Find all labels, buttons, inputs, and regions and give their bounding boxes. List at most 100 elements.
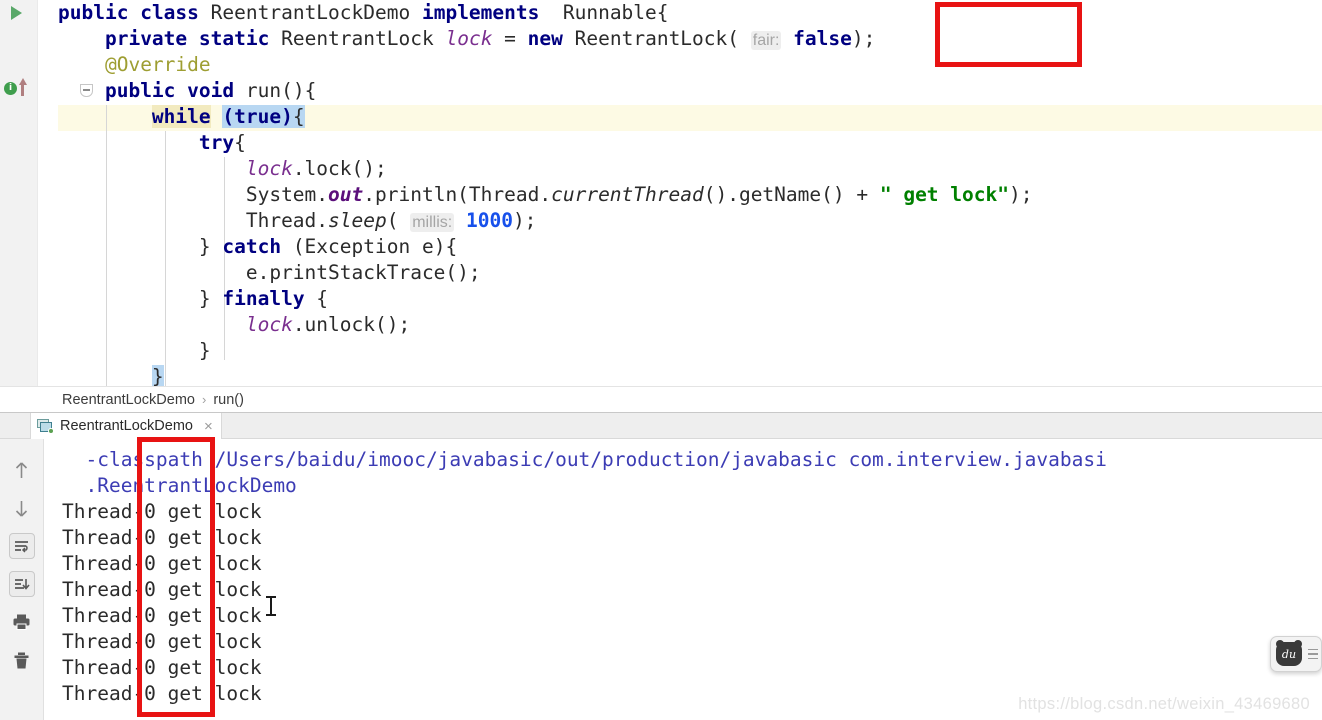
code-line[interactable]: e.printStackTrace(); xyxy=(58,260,1322,286)
code-token: new xyxy=(527,27,563,50)
scroll-to-end-icon[interactable] xyxy=(8,571,35,597)
code-token: static xyxy=(198,27,270,50)
code-token: millis: xyxy=(410,213,455,232)
clear-all-trash-icon[interactable] xyxy=(9,647,35,673)
code-token: lock xyxy=(245,157,293,180)
scroll-down-icon[interactable] xyxy=(9,495,35,521)
text-cursor xyxy=(266,596,276,616)
code-token: void xyxy=(187,79,235,102)
editor-gutter-secondary xyxy=(38,0,93,386)
code-token: try xyxy=(198,131,235,154)
code-editor[interactable]: i public class ReentrantLockDemo impleme… xyxy=(0,0,1322,386)
code-token: private xyxy=(104,27,188,50)
console-tab-label: ReentrantLockDemo xyxy=(60,418,193,434)
watermark-text: https://blog.csdn.net/weixin_43469680 xyxy=(1018,695,1310,713)
code-token: .unlock(); xyxy=(292,313,411,336)
code-token: ); xyxy=(1008,183,1033,206)
ime-floating-widget[interactable]: du xyxy=(1270,636,1322,672)
code-token: .lock(); xyxy=(292,157,387,180)
code-line[interactable]: try{ xyxy=(58,130,1322,156)
console-tab-reentrantlockdemo[interactable]: ReentrantLockDemo × xyxy=(30,413,222,439)
soft-wrap-icon[interactable] xyxy=(8,533,35,559)
code-token: ().getName() + xyxy=(703,183,880,206)
code-token: false xyxy=(793,27,852,50)
code-token: { xyxy=(234,131,246,154)
code-line[interactable]: } xyxy=(58,364,1322,386)
console-side-toolbar[interactable] xyxy=(0,439,44,720)
code-line[interactable]: Thread.sleep( millis: 1000); xyxy=(58,208,1322,234)
console-line: Thread-0 get lock xyxy=(62,630,262,653)
code-content[interactable]: public class ReentrantLockDemo implement… xyxy=(58,0,1322,386)
code-token: out xyxy=(328,183,364,206)
console-line: .ReentrantLockDemo xyxy=(62,474,297,497)
code-token: (true) xyxy=(222,105,293,128)
code-token: " get lock" xyxy=(879,183,1009,206)
code-token: ReentrantLock xyxy=(269,27,446,50)
code-token: } xyxy=(198,287,223,310)
code-line[interactable]: } xyxy=(58,338,1322,364)
code-token: (Exception e){ xyxy=(281,235,458,258)
code-line[interactable]: @Override xyxy=(58,52,1322,78)
run-console-panel: ReentrantLockDemo × -classpath /Users/ba… xyxy=(0,412,1322,720)
code-token: e.printStackTrace(); xyxy=(245,261,481,284)
code-token: ( xyxy=(386,209,411,232)
code-token: ); xyxy=(512,209,537,232)
run-configuration-icon xyxy=(37,419,54,434)
code-token: ReentrantLock( xyxy=(562,27,751,50)
scroll-up-icon[interactable] xyxy=(9,457,35,483)
console-line: Thread-0 get lock xyxy=(62,500,262,523)
code-token: finally xyxy=(222,287,305,310)
editor-gutter[interactable]: i xyxy=(0,0,38,386)
code-token: { xyxy=(304,287,329,310)
print-icon[interactable] xyxy=(9,609,35,635)
code-token: ); xyxy=(851,27,876,50)
code-line[interactable]: } catch (Exception e){ xyxy=(58,234,1322,260)
code-token: 1000 xyxy=(465,209,513,232)
code-line[interactable]: while (true){ xyxy=(58,104,1322,130)
ime-label: du xyxy=(1281,647,1297,661)
code-token: public xyxy=(104,79,176,102)
code-line[interactable]: public class ReentrantLockDemo implement… xyxy=(58,0,1322,26)
code-line[interactable]: public void run(){ xyxy=(58,78,1322,104)
override-arrow-stem-icon xyxy=(21,84,24,96)
breadcrumb[interactable]: ReentrantLockDemo › run() xyxy=(0,386,1322,412)
close-icon[interactable]: × xyxy=(204,418,213,435)
code-token: implements xyxy=(421,1,540,24)
code-token: } xyxy=(151,365,164,386)
code-line[interactable]: private static ReentrantLock lock = new … xyxy=(58,26,1322,52)
breadcrumb-separator-icon: › xyxy=(202,392,207,407)
code-token: @Override xyxy=(104,53,211,76)
baidu-ime-bear-icon[interactable]: du xyxy=(1276,640,1302,666)
code-token: Thread. xyxy=(245,209,329,232)
code-token: catch xyxy=(222,235,282,258)
ime-menu-icon[interactable] xyxy=(1308,648,1318,660)
code-token: while xyxy=(151,105,211,128)
breadcrumb-class[interactable]: ReentrantLockDemo xyxy=(62,392,195,408)
code-line[interactable]: lock.unlock(); xyxy=(58,312,1322,338)
code-token: fair: xyxy=(750,31,782,50)
code-line[interactable]: lock.lock(); xyxy=(58,156,1322,182)
code-token: } xyxy=(198,339,211,362)
code-token: { xyxy=(292,105,305,128)
run-triangle-icon[interactable] xyxy=(11,6,22,20)
code-token: run(){ xyxy=(234,79,317,102)
console-output[interactable]: -classpath /Users/baidu/imooc/javabasic/… xyxy=(44,439,1322,720)
console-line: Thread-0 get lock xyxy=(62,526,262,549)
code-line[interactable]: } finally { xyxy=(58,286,1322,312)
override-method-icon[interactable]: i xyxy=(4,82,17,95)
code-token: ReentrantLockDemo xyxy=(198,1,422,24)
code-token: Runnable{ xyxy=(539,1,669,24)
code-token: } xyxy=(198,235,223,258)
console-line: Thread-0 get lock xyxy=(62,604,262,627)
code-line[interactable]: System.out.println(Thread.currentThread(… xyxy=(58,182,1322,208)
code-token: currentThread xyxy=(551,183,704,206)
code-token: .println(Thread. xyxy=(363,183,552,206)
code-token: class xyxy=(140,1,199,24)
breadcrumb-method[interactable]: run() xyxy=(213,392,244,408)
console-line: Thread-0 get lock xyxy=(62,656,262,679)
